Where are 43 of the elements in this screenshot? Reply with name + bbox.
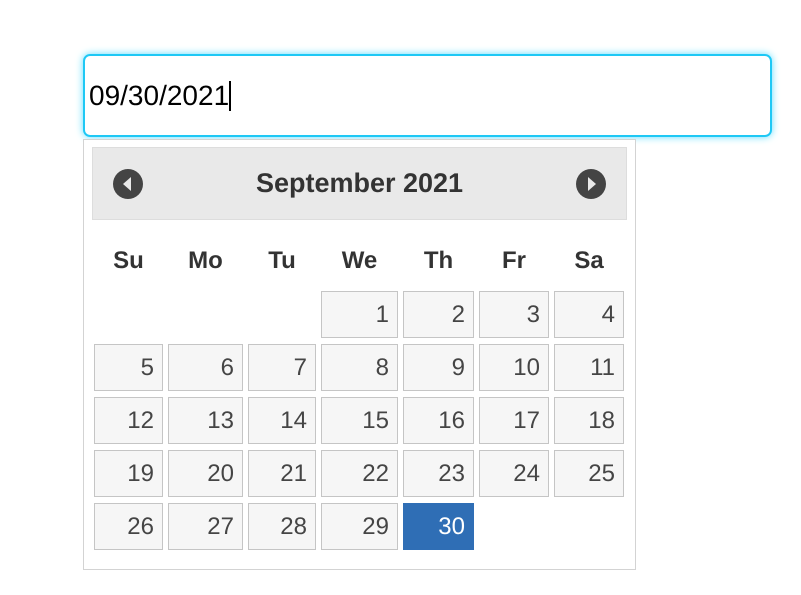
day-cell[interactable]: 2 <box>403 291 474 338</box>
weekday-label: Fr <box>502 246 526 276</box>
date-input-field[interactable]: 09/30/2021 <box>83 54 772 137</box>
day-cell[interactable]: 27 <box>168 503 243 550</box>
day-cell[interactable]: 24 <box>479 450 549 497</box>
weekday-label: Th <box>424 246 454 276</box>
day-cell[interactable]: 10 <box>479 344 549 391</box>
day-cell[interactable]: 23 <box>403 450 474 497</box>
next-month-icon[interactable] <box>575 168 607 200</box>
day-cell[interactable]: 21 <box>248 450 316 497</box>
text-cursor <box>229 80 232 110</box>
day-cell[interactable]: 25 <box>554 450 624 497</box>
weekday-label: Su <box>113 246 144 276</box>
day-cell[interactable]: 28 <box>248 503 316 550</box>
date-value: 09/30/2021 <box>89 78 230 112</box>
day-cell[interactable]: 19 <box>94 450 163 497</box>
day-cell[interactable]: 9 <box>403 344 474 391</box>
day-cell[interactable]: 15 <box>321 397 398 444</box>
day-cell[interactable]: 11 <box>554 344 624 391</box>
day-cell[interactable]: 16 <box>403 397 474 444</box>
day-cell[interactable]: 6 <box>168 344 243 391</box>
weekday-label: Sa <box>574 246 604 276</box>
month-title: September 2021 <box>256 167 464 200</box>
day-cell[interactable]: 8 <box>321 344 398 391</box>
day-cell[interactable]: 3 <box>479 291 549 338</box>
day-cell[interactable]: 26 <box>94 503 163 550</box>
day-cell[interactable]: 20 <box>168 450 243 497</box>
day-cell[interactable]: 30 <box>403 503 474 550</box>
day-cell[interactable]: 29 <box>321 503 398 550</box>
day-cell[interactable]: 18 <box>554 397 624 444</box>
day-cell[interactable]: 17 <box>479 397 549 444</box>
day-cell[interactable]: 4 <box>554 291 624 338</box>
day-cell[interactable]: 12 <box>94 397 163 444</box>
day-cell[interactable]: 5 <box>94 344 163 391</box>
weekday-label: We <box>342 246 378 276</box>
day-cell[interactable]: 1 <box>321 291 398 338</box>
day-cell[interactable]: 22 <box>321 450 398 497</box>
day-cell[interactable]: 7 <box>248 344 316 391</box>
previous-month-icon[interactable] <box>112 168 144 200</box>
day-cell[interactable]: 13 <box>168 397 243 444</box>
day-cell[interactable]: 14 <box>248 397 316 444</box>
weekday-label: Tu <box>268 246 296 276</box>
weekday-label: Mo <box>188 246 223 276</box>
